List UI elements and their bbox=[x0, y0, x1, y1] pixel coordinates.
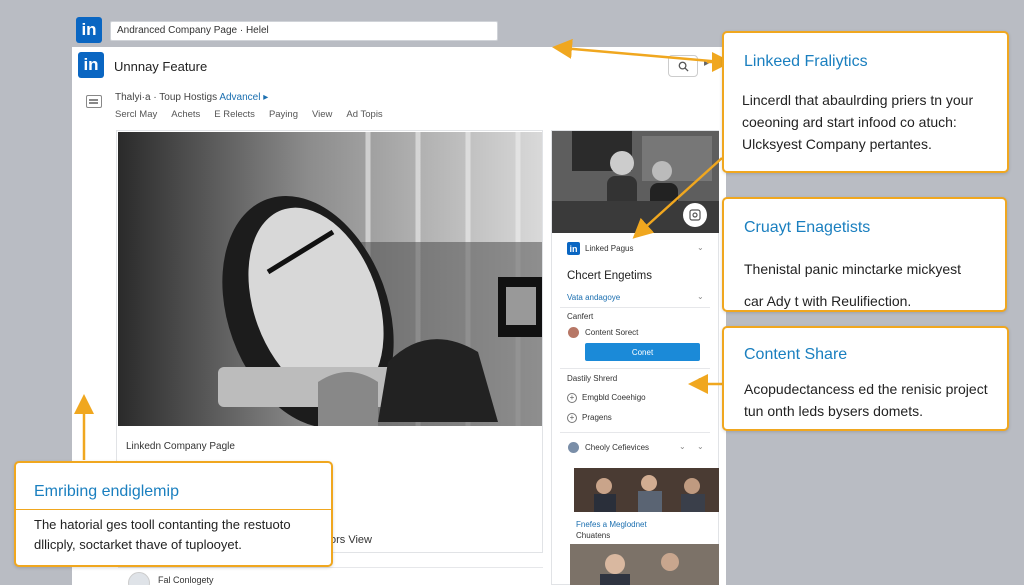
callout-line: coeoning ard start infood co atuch: bbox=[742, 114, 957, 130]
callout-content-share: Content Share Acopudectancess ed the ren… bbox=[722, 326, 1009, 431]
callout-title: Content Share bbox=[744, 346, 848, 363]
callout-title: Cruayt Enagetists bbox=[744, 219, 871, 236]
callout-divider bbox=[16, 509, 331, 510]
callout-body: Acopudectancess ed the renisic project t… bbox=[744, 378, 988, 422]
callout-line: Thenistal panic minctarke mickyest bbox=[744, 261, 962, 277]
callout-line: Ulcksyest Company pertantes. bbox=[742, 136, 932, 152]
callout-line: tun onth leds bysers domets. bbox=[744, 403, 923, 419]
callout-analytics: Linkeed Fraliytics Lincerdl that abaulrd… bbox=[722, 31, 1009, 173]
callout-title: Linkeed Fraliytics bbox=[744, 53, 868, 70]
callout-title: Emribing endiglemip bbox=[34, 483, 179, 500]
callout-line: car Ady t with Reulifiection. bbox=[744, 293, 912, 309]
callout-line: Lincerdl that abaulrding priers tn your bbox=[742, 92, 974, 108]
callout-body: The hatorial ges tooll contanting the re… bbox=[34, 515, 291, 555]
callout-engagement: Cruayt Enagetists Thenistal panic mincta… bbox=[722, 197, 1007, 312]
callout-line: dllicply, soctarket thave of tuplooyet. bbox=[34, 537, 242, 552]
callout-body: Thenistal panic minctarke mickyest car A… bbox=[744, 253, 961, 317]
callout-employee: Emribing endiglemip The hatorial ges too… bbox=[14, 461, 333, 567]
callout-line: Acopudectancess ed the renisic project bbox=[744, 381, 988, 397]
callout-line: The hatorial ges tooll contanting the re… bbox=[34, 517, 291, 532]
callout-body: Lincerdl that abaulrding priers tn your … bbox=[742, 89, 973, 155]
